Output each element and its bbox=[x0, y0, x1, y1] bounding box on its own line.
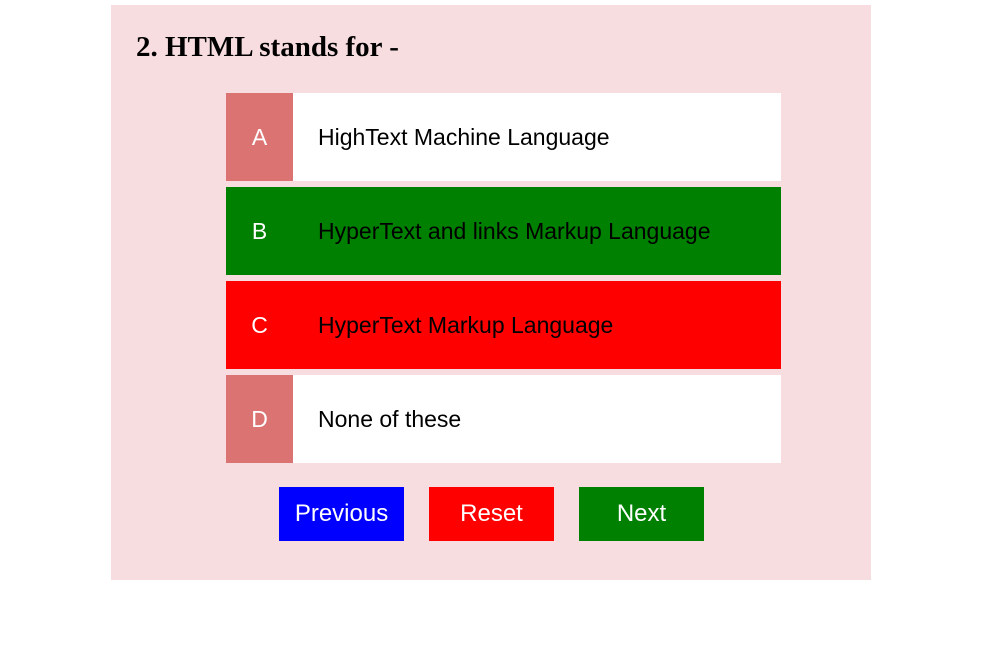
option-letter: B bbox=[226, 187, 293, 275]
option-text: HighText Machine Language bbox=[318, 124, 610, 150]
option-a[interactable]: A HighText Machine Language bbox=[226, 93, 781, 181]
reset-button[interactable]: Reset bbox=[429, 487, 554, 541]
option-letter: A bbox=[226, 93, 293, 181]
option-letter: D bbox=[226, 375, 293, 463]
question-title: 2. HTML stands for - bbox=[136, 31, 399, 63]
option-c[interactable]: C HyperText Markup Language bbox=[226, 281, 781, 369]
option-text: HyperText Markup Language bbox=[318, 312, 614, 338]
option-b[interactable]: B HyperText and links Markup Language bbox=[226, 187, 781, 275]
option-letter: C bbox=[226, 281, 293, 369]
options-list: A HighText Machine Language B HyperText … bbox=[226, 93, 781, 463]
option-d[interactable]: D None of these bbox=[226, 375, 781, 463]
quiz-panel: 2. HTML stands for - A HighText Machine … bbox=[111, 5, 871, 580]
option-text: None of these bbox=[318, 406, 462, 432]
option-text: HyperText and links Markup Language bbox=[318, 218, 711, 244]
previous-button[interactable]: Previous bbox=[279, 487, 404, 541]
next-button[interactable]: Next bbox=[579, 487, 704, 541]
quiz-controls: Previous Reset Next bbox=[279, 487, 709, 541]
